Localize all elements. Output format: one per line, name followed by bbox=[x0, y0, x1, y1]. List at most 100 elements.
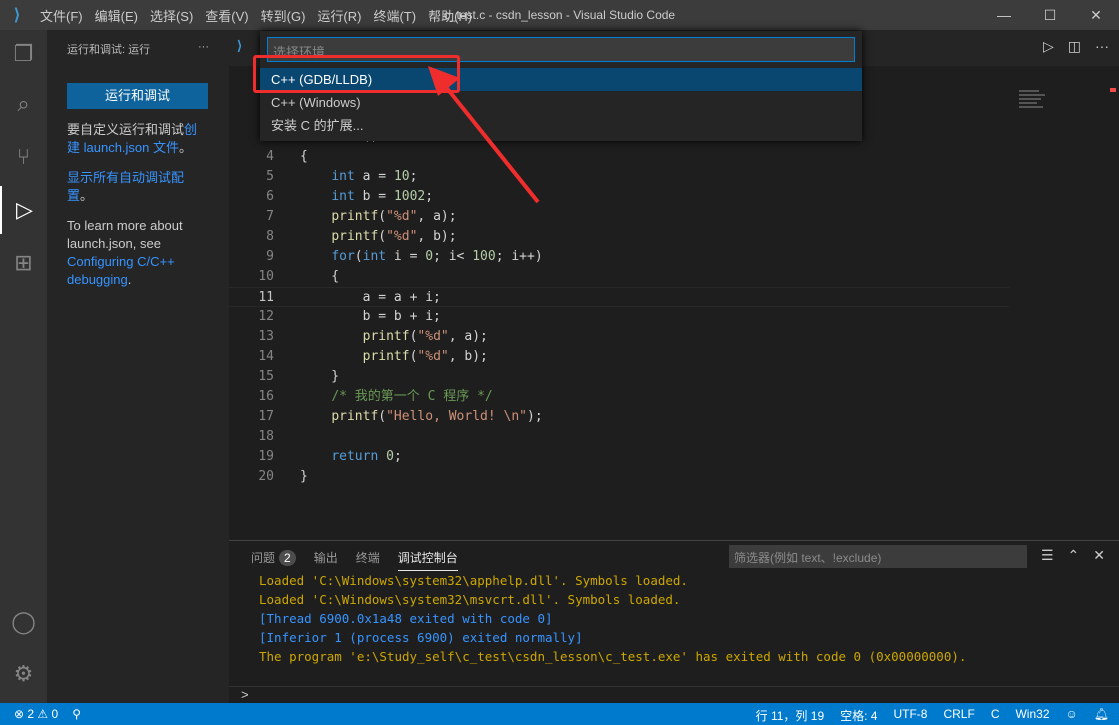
close-button[interactable]: ✕ bbox=[1073, 0, 1119, 30]
console-input[interactable]: > bbox=[229, 686, 1119, 704]
feedback-icon[interactable]: ☺ bbox=[1066, 707, 1078, 724]
status-bar: ⊗ 2 ⚠ 0 ⚲ 行 11，列 19 空格: 4 UTF-8 CRLF C W… bbox=[0, 703, 1119, 725]
cursor-position[interactable]: 行 11，列 19 bbox=[756, 707, 824, 724]
encoding[interactable]: UTF-8 bbox=[893, 707, 927, 724]
problems-count-badge: 2 bbox=[279, 549, 296, 566]
code-text: int a = 10; bbox=[331, 169, 418, 184]
indentation[interactable]: 空格: 4 bbox=[840, 707, 877, 724]
code-text: printf("Hello, World! \n"); bbox=[331, 409, 543, 424]
punct: 。 bbox=[179, 140, 193, 155]
console-line: Loaded 'C:\Windows\system32\msvcrt.dll'.… bbox=[259, 592, 681, 607]
configuring-debugging-link[interactable]: Configuring C/C++ debugging bbox=[67, 254, 175, 287]
more-icon[interactable]: ··· bbox=[1095, 38, 1109, 55]
minimap[interactable] bbox=[1019, 88, 1109, 128]
code-line[interactable]: 19 return 0; bbox=[229, 447, 1009, 467]
problems-status[interactable]: ⊗ 2 ⚠ 0 bbox=[14, 707, 58, 721]
tab-label: 问题 bbox=[251, 550, 276, 565]
code-area[interactable]: 3int main()4{5 int a = 10;6 int b = 1002… bbox=[229, 127, 1009, 487]
tab-problems[interactable]: 问题 2 bbox=[251, 549, 296, 566]
filter-input[interactable]: 筛选器(例如 text、!exclude) bbox=[729, 545, 1027, 568]
menu-item[interactable]: 编辑(E) bbox=[95, 9, 138, 24]
close-panel-icon[interactable]: ✕ bbox=[1093, 547, 1105, 564]
word-wrap-icon[interactable]: ☰ bbox=[1041, 547, 1054, 564]
code-line[interactable]: 4{ bbox=[229, 147, 1009, 167]
notifications-bell-icon[interactable]: 🔔︎ bbox=[1094, 707, 1109, 724]
menu-item[interactable]: 终端(T) bbox=[373, 9, 416, 24]
code-line[interactable]: 18 bbox=[229, 427, 1009, 447]
maximize-button[interactable]: ☐ bbox=[1027, 0, 1073, 30]
code-line[interactable]: 5 int a = 10; bbox=[229, 167, 1009, 187]
code-line[interactable]: 20} bbox=[229, 467, 1009, 487]
run-debug-sidebar: 运行和调试: 运行 ··· 运行和调试 要自定义运行和调试创建 launch.js… bbox=[47, 30, 229, 703]
code-line[interactable]: 10 { bbox=[229, 267, 1009, 287]
prompt-chevron-icon: > bbox=[241, 687, 249, 702]
code-line[interactable]: 14 printf("%d", b); bbox=[229, 347, 1009, 367]
code-text: /* 我的第一个 C 程序 */ bbox=[331, 389, 493, 404]
code-line[interactable]: 15 } bbox=[229, 367, 1009, 387]
code-line[interactable]: 13 printf("%d", a); bbox=[229, 327, 1009, 347]
title-bar: ⟩ 文件(F) 编辑(E) 选择(S) 查看(V) 转到(G) 运行(R) 终端(T) 帮助(… bbox=[0, 0, 1119, 30]
line-number: 11 bbox=[258, 290, 274, 305]
code-text: a = a + i; bbox=[300, 290, 441, 305]
code-line[interactable]: 9 for(int i = 0; i< 100; i++) bbox=[229, 247, 1009, 267]
run-and-debug-button[interactable]: 运行和调试 bbox=[67, 83, 208, 109]
activity-bar: ❐ ⌕ ⑂ ▷ ⊞ ◯ ⚙ bbox=[0, 30, 47, 703]
menu-item[interactable]: 转到(G) bbox=[261, 9, 306, 24]
debug-icon[interactable]: ⚲ bbox=[72, 707, 81, 721]
sidebar-title: 运行和调试: 运行 bbox=[67, 44, 151, 56]
menu-item[interactable]: 文件(F) bbox=[40, 9, 83, 24]
tab-output[interactable]: 输出 bbox=[314, 549, 338, 566]
tab-terminal[interactable]: 终端 bbox=[356, 549, 380, 566]
quick-pick-item[interactable]: C++ (Windows) bbox=[260, 91, 862, 114]
line-number: 10 bbox=[258, 269, 274, 284]
code-text: printf("%d", a); bbox=[362, 329, 488, 344]
settings-gear-icon[interactable]: ⚙ bbox=[0, 650, 47, 698]
extensions-icon[interactable]: ⊞ bbox=[0, 239, 47, 287]
explorer-icon[interactable]: ❐ bbox=[0, 30, 47, 78]
line-number: 16 bbox=[258, 389, 274, 404]
menu-bar: 文件(F) 编辑(E) 选择(S) 查看(V) 转到(G) 运行(R) 终端(T) 帮助(H) bbox=[34, 6, 478, 25]
line-ending[interactable]: CRLF bbox=[943, 707, 974, 724]
menu-item[interactable]: 选择(S) bbox=[150, 9, 193, 24]
more-actions-icon[interactable]: ··· bbox=[198, 41, 209, 57]
code-line[interactable]: 8 printf("%d", b); bbox=[229, 227, 1009, 247]
line-number: 18 bbox=[258, 429, 274, 444]
vscode-tab-icon: ⟩ bbox=[237, 38, 243, 53]
punct: . bbox=[127, 272, 132, 287]
run-debug-icon[interactable]: ▷ bbox=[0, 186, 47, 234]
code-line[interactable]: 16 /* 我的第一个 C 程序 */ bbox=[229, 387, 1009, 407]
debug-console-output: Loaded 'C:\Windows\system32\apphelp.dll'… bbox=[259, 571, 966, 666]
vscode-logo-icon: ⟩ bbox=[13, 7, 21, 24]
bottom-panel: 问题 2 输出 终端 调试控制台 筛选器(例如 text、!exclude) ☰ ⌃… bbox=[229, 540, 1119, 703]
code-line[interactable]: 11 a = a + i; bbox=[229, 287, 1009, 307]
platform[interactable]: Win32 bbox=[1015, 707, 1049, 724]
line-number: 7 bbox=[266, 209, 274, 224]
code-text: printf("%d", a); bbox=[331, 209, 457, 224]
line-number: 4 bbox=[266, 149, 274, 164]
tab-debug-console[interactable]: 调试控制台 bbox=[397, 549, 458, 571]
search-icon[interactable]: ⌕ bbox=[0, 80, 47, 128]
line-number: 9 bbox=[266, 249, 274, 264]
code-text: b = b + i; bbox=[300, 309, 441, 324]
code-text: printf("%d", b); bbox=[362, 349, 488, 364]
menu-item[interactable]: 运行(R) bbox=[317, 9, 361, 24]
run-icon[interactable]: ▷ bbox=[1043, 38, 1054, 55]
scrollbar-error-marker bbox=[1110, 88, 1116, 92]
split-editor-icon[interactable]: ◫ bbox=[1068, 38, 1081, 55]
maximize-panel-icon[interactable]: ⌃ bbox=[1068, 547, 1080, 564]
code-line[interactable]: 17 printf("Hello, World! \n"); bbox=[229, 407, 1009, 427]
code-text: for(int i = 0; i< 100; i++) bbox=[331, 249, 543, 264]
annotation-arrow bbox=[428, 66, 540, 204]
menu-item[interactable]: 查看(V) bbox=[205, 9, 248, 24]
account-icon[interactable]: ◯ bbox=[0, 598, 47, 646]
code-line[interactable]: 6 int b = 1002; bbox=[229, 187, 1009, 207]
language-mode[interactable]: C bbox=[991, 707, 1000, 724]
code-line[interactable]: 12 b = b + i; bbox=[229, 307, 1009, 327]
quick-pick-item[interactable]: 安装 C 的扩展... bbox=[260, 114, 862, 137]
source-control-icon[interactable]: ⑂ bbox=[0, 133, 47, 181]
punct: 。 bbox=[80, 188, 94, 203]
menu-item[interactable]: 帮助(H) bbox=[428, 9, 472, 24]
minimize-button[interactable]: — bbox=[981, 0, 1027, 30]
console-line: [Thread 6900.0x1a48 exited with code 0] bbox=[259, 611, 553, 626]
code-line[interactable]: 7 printf("%d", a); bbox=[229, 207, 1009, 227]
